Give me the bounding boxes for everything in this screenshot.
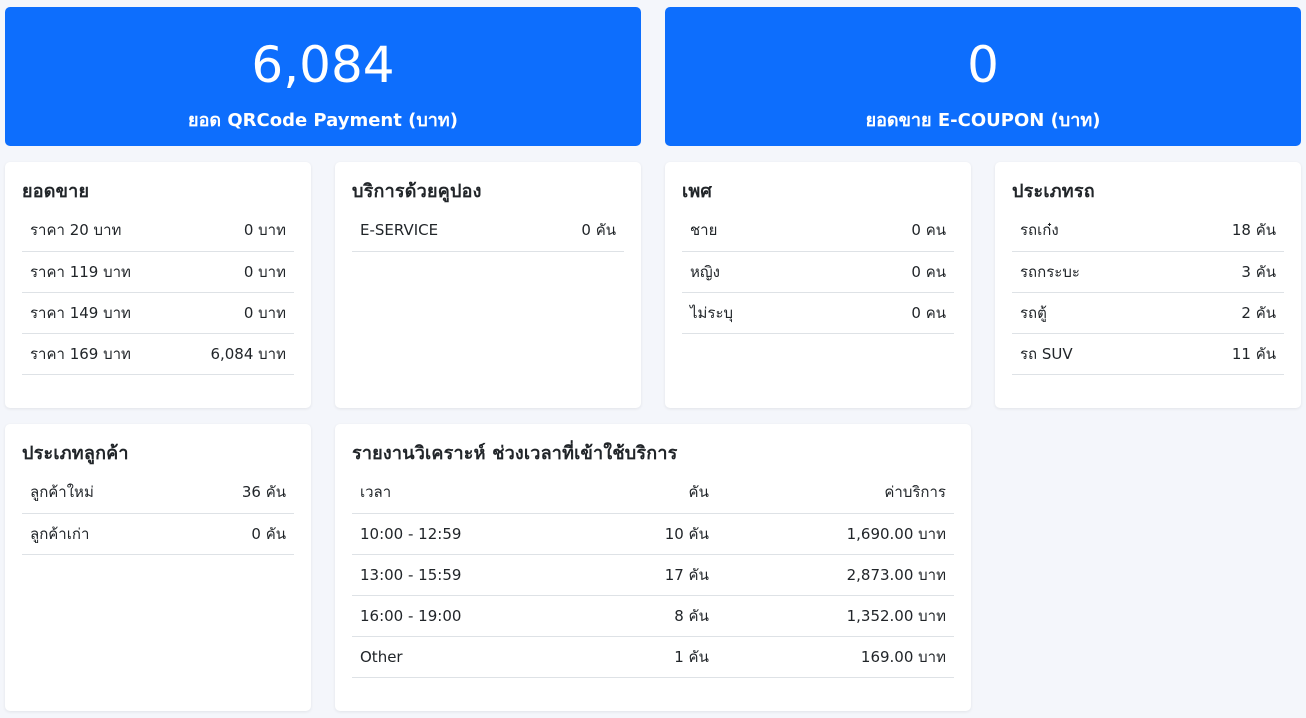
row-label: หญิง <box>682 251 829 293</box>
table-row: 10:00 - 12:59 10 คัน 1,690.00 บาท <box>352 513 954 555</box>
row-label: ราคา 149 บาท <box>22 292 175 334</box>
row-label: รถตู้ <box>1012 292 1164 334</box>
coupon-table: E-SERVICE 0 คัน <box>352 210 624 252</box>
row-label: ลูกค้าใหม่ <box>22 472 178 514</box>
car-type-card: ประเภทรถ รถเก๋ง 18 คัน รถกระบะ 3 คัน รถตู้… <box>995 162 1301 408</box>
row-label: ลูกค้าเก่า <box>22 513 178 555</box>
time-report-card: รายงานวิเคราะห์ ช่วงเวลาที่เข้าใช้บริการ… <box>335 424 971 711</box>
table-row: ราคา 169 บาท 6,084 บาท <box>22 333 294 375</box>
gender-card: เพศ ชาย 0 คน หญิง 0 คน ไม่ระบุ 0 คน <box>665 162 971 408</box>
table-row: ลูกค้าใหม่ 36 คัน <box>22 472 294 514</box>
row-value: 0 คน <box>828 210 954 252</box>
cell-fee: 169.00 บาท <box>716 636 954 678</box>
table-row: 16:00 - 19:00 8 คัน 1,352.00 บาท <box>352 595 954 637</box>
car-type-title: ประเภทรถ <box>1012 181 1095 202</box>
cell-cars: 10 คัน <box>593 513 717 555</box>
table-row: E-SERVICE 0 คัน <box>352 210 624 252</box>
row-value: 3 คัน <box>1163 251 1284 293</box>
car-type-table: รถเก๋ง 18 คัน รถกระบะ 3 คัน รถตู้ 2 คัน รถ … <box>1012 210 1284 375</box>
cell-cars: 1 คัน <box>593 636 717 678</box>
table-row: Other 1 คัน 169.00 บาท <box>352 636 954 678</box>
cell-cars: 17 คัน <box>593 554 717 596</box>
cell-fee: 1,690.00 บาท <box>716 513 954 555</box>
row-label: ราคา 119 บาท <box>22 251 175 293</box>
time-report-table: เวลา คัน ค่าบริการ 10:00 - 12:59 10 คัน … <box>352 472 954 678</box>
cell-cars: 8 คัน <box>593 595 717 637</box>
cell-time: 13:00 - 15:59 <box>352 554 594 596</box>
row-value: 0 บาท <box>174 251 294 293</box>
table-row: รถกระบะ 3 คัน <box>1012 251 1284 293</box>
table-row: หญิง 0 คน <box>682 251 954 293</box>
sales-table: ราคา 20 บาท 0 บาท ราคา 119 บาท 0 บาท ราคา … <box>22 210 294 375</box>
time-report-title: รายงานวิเคราะห์ ช่วงเวลาที่เข้าใช้บริการ <box>352 443 678 464</box>
table-row: ราคา 119 บาท 0 บาท <box>22 251 294 293</box>
row-value: 11 คัน <box>1163 333 1284 375</box>
row-label: ราคา 20 บาท <box>22 210 175 252</box>
ecoupon-value: 0 <box>967 36 999 94</box>
qr-payment-value: 6,084 <box>251 36 395 94</box>
table-row: ลูกค้าเก่า 0 คัน <box>22 513 294 555</box>
row-label: รถเก๋ง <box>1012 210 1164 252</box>
table-row: ไม่ระบุ 0 คน <box>682 292 954 334</box>
row-label: E-SERVICE <box>352 210 529 252</box>
row-value: 0 บาท <box>174 210 294 252</box>
row-value: 0 คัน <box>177 513 294 555</box>
cell-time: Other <box>352 636 594 678</box>
row-value: 0 คน <box>828 292 954 334</box>
row-value: 36 คัน <box>177 472 294 514</box>
cell-time: 10:00 - 12:59 <box>352 513 594 555</box>
table-row: รถเก๋ง 18 คัน <box>1012 210 1284 252</box>
row-label: รถ SUV <box>1012 333 1164 375</box>
coupon-title: บริการด้วยคูปอง <box>352 181 482 202</box>
gender-table: ชาย 0 คน หญิง 0 คน ไม่ระบุ 0 คน <box>682 210 954 334</box>
row-value: 18 คัน <box>1163 210 1284 252</box>
qr-payment-summary: 6,084 ยอด QRCode Payment (บาท) <box>5 7 641 146</box>
sales-card: ยอดขาย ราคา 20 บาท 0 บาท ราคา 119 บาท 0 บา… <box>5 162 311 408</box>
row-value: 0 คน <box>828 251 954 293</box>
qr-payment-label: ยอด QRCode Payment (บาท) <box>188 110 458 131</box>
row-label: รถกระบะ <box>1012 251 1164 293</box>
row-value: 0 คัน <box>528 210 624 252</box>
table-row: รถ SUV 11 คัน <box>1012 333 1284 375</box>
ecoupon-label: ยอดขาย E-COUPON (บาท) <box>865 110 1101 131</box>
customer-type-table: ลูกค้าใหม่ 36 คัน ลูกค้าเก่า 0 คัน <box>22 472 294 555</box>
col-header-cars: คัน <box>593 472 717 514</box>
table-row: ราคา 149 บาท 0 บาท <box>22 292 294 334</box>
coupon-service-card: บริการด้วยคูปอง E-SERVICE 0 คัน <box>335 162 641 408</box>
table-row: 13:00 - 15:59 17 คัน 2,873.00 บาท <box>352 554 954 596</box>
customer-type-title: ประเภทลูกค้า <box>22 443 129 464</box>
gender-title: เพศ <box>682 181 713 202</box>
col-header-fee: ค่าบริการ <box>716 472 954 514</box>
table-row: รถตู้ 2 คัน <box>1012 292 1284 334</box>
customer-type-card: ประเภทลูกค้า ลูกค้าใหม่ 36 คัน ลูกค้าเก่า… <box>5 424 311 711</box>
cell-fee: 2,873.00 บาท <box>716 554 954 596</box>
table-row: ชาย 0 คน <box>682 210 954 252</box>
row-value: 2 คัน <box>1163 292 1284 334</box>
ecoupon-summary: 0 ยอดขาย E-COUPON (บาท) <box>665 7 1301 146</box>
cell-time: 16:00 - 19:00 <box>352 595 594 637</box>
table-row: ราคา 20 บาท 0 บาท <box>22 210 294 252</box>
col-header-time: เวลา <box>352 472 594 514</box>
row-value: 6,084 บาท <box>174 333 294 375</box>
table-header-row: เวลา คัน ค่าบริการ <box>352 472 954 514</box>
row-value: 0 บาท <box>174 292 294 334</box>
row-label: ชาย <box>682 210 829 252</box>
sales-title: ยอดขาย <box>22 181 90 202</box>
cell-fee: 1,352.00 บาท <box>716 595 954 637</box>
row-label: ไม่ระบุ <box>682 292 829 334</box>
row-label: ราคา 169 บาท <box>22 333 175 375</box>
